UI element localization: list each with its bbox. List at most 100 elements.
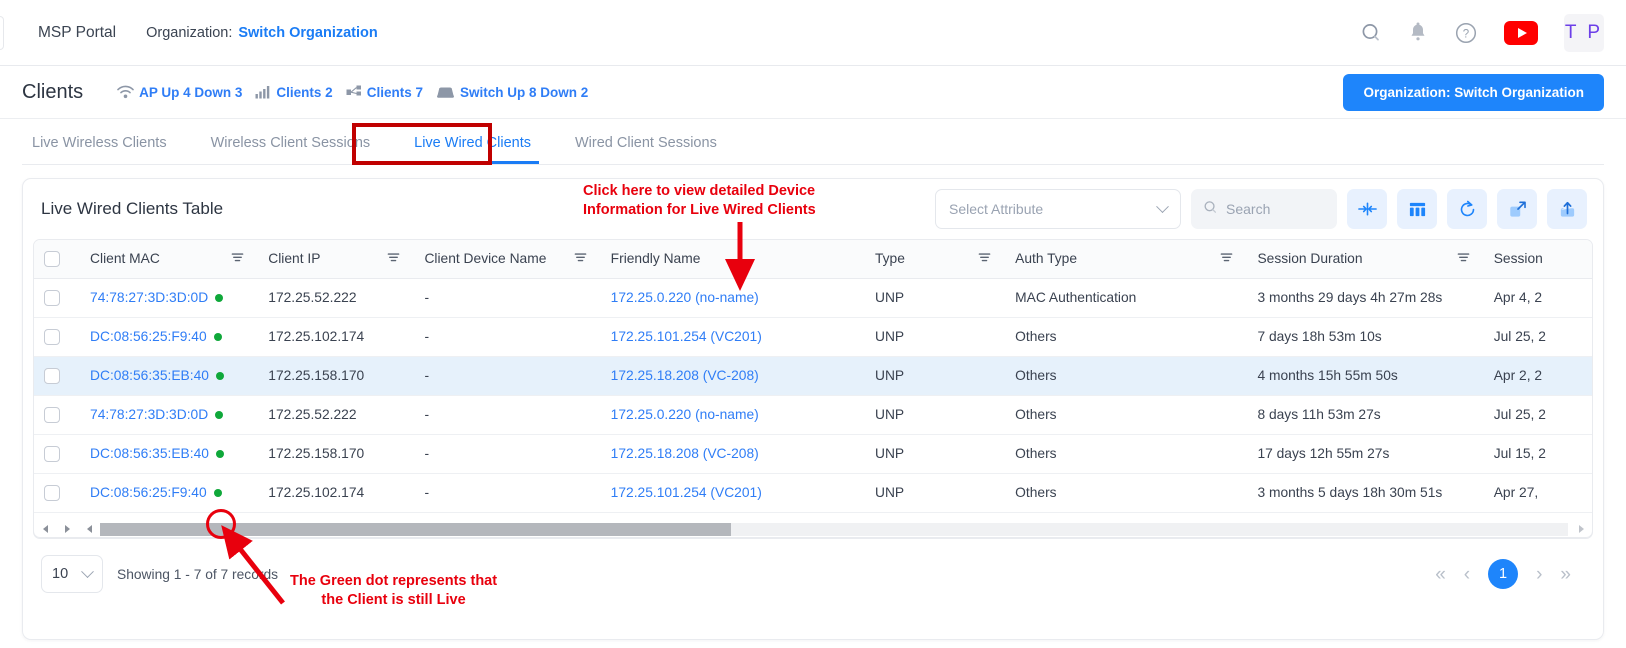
cell-client-mac: DC:08:56:25:F9:40 xyxy=(80,317,258,356)
youtube-icon[interactable] xyxy=(1504,21,1538,45)
filter-icon[interactable] xyxy=(387,251,404,267)
search-input[interactable]: Search xyxy=(1191,189,1337,229)
horizontal-scrollbar[interactable] xyxy=(33,521,1593,538)
search-icon[interactable] xyxy=(1360,22,1382,44)
client-mac-link[interactable]: DC:08:56:25:F9:40 xyxy=(90,329,207,344)
column-header-client-device-name[interactable]: Client Device Name xyxy=(414,240,600,278)
filter-icon[interactable] xyxy=(231,251,248,267)
friendly-name-link[interactable]: 172.25.0.220 (no-name) xyxy=(611,290,759,305)
column-label-type: Type xyxy=(875,251,905,266)
expand-fullscreen-icon[interactable] xyxy=(1497,189,1537,229)
row-checkbox[interactable] xyxy=(44,290,60,306)
table-row[interactable]: 74:78:27:3D:3D:0D 172.25.52.222 - 172.25… xyxy=(34,278,1593,317)
client-mac-link[interactable]: DC:08:56:35:EB:40 xyxy=(90,446,209,461)
tab-wired-client-sessions[interactable]: Wired Client Sessions xyxy=(553,135,739,164)
tab-live-wired-clients[interactable]: Live Wired Clients xyxy=(392,135,553,164)
client-mac-link[interactable]: DC:08:56:25:F9:40 xyxy=(90,485,207,500)
table-row[interactable]: DC:08:56:35:EB:40 172.25.158.170 - 172.2… xyxy=(34,434,1593,473)
cell-client-ip: 172.25.102.174 xyxy=(258,317,414,356)
page-size-selector[interactable]: 10 xyxy=(41,555,103,593)
stat-wireless-clients-label: Clients 2 xyxy=(276,85,332,100)
cell-friendly-name: 172.25.0.220 (no-name) xyxy=(601,278,865,317)
tab-wireless-client-sessions[interactable]: Wireless Client Sessions xyxy=(189,135,393,164)
filter-icon[interactable] xyxy=(1457,251,1474,267)
sidebar-collapse-handle[interactable] xyxy=(0,16,4,50)
tab-live-wireless-clients[interactable]: Live Wireless Clients xyxy=(22,135,189,164)
cell-client-mac: 74:78:27:3D:3D:0D xyxy=(80,395,258,434)
switch-organization-link[interactable]: Switch Organization xyxy=(238,25,377,41)
row-checkbox[interactable] xyxy=(44,368,60,384)
cell-friendly-name: 172.25.101.254 (VC201) xyxy=(601,317,865,356)
cell-auth-type: Others xyxy=(1005,317,1247,356)
avatar[interactable]: T P xyxy=(1564,14,1604,52)
row-select-cell xyxy=(34,317,80,356)
cell-auth-type: Others xyxy=(1005,473,1247,512)
pagination-current-page[interactable]: 1 xyxy=(1488,559,1518,589)
column-header-type[interactable]: Type xyxy=(865,240,1005,278)
client-mac-link[interactable]: 74:78:27:3D:3D:0D xyxy=(90,290,208,305)
friendly-name-link[interactable]: 172.25.101.254 (VC201) xyxy=(611,485,762,500)
bell-icon[interactable] xyxy=(1408,22,1428,43)
stat-wired-clients[interactable]: Clients 7 xyxy=(346,85,423,100)
column-settings-icon[interactable] xyxy=(1397,189,1437,229)
help-icon[interactable]: ? xyxy=(1454,21,1478,45)
row-select-cell xyxy=(34,434,80,473)
column-label-client-ip: Client IP xyxy=(268,251,320,266)
column-label-session-duration: Session Duration xyxy=(1257,251,1362,266)
switch-organization-button[interactable]: Organization: Switch Organization xyxy=(1343,74,1604,111)
filter-icon[interactable] xyxy=(978,251,995,267)
select-attribute-dropdown[interactable]: Select Attribute xyxy=(935,189,1181,229)
filter-icon[interactable] xyxy=(1220,251,1237,267)
column-header-client-ip[interactable]: Client IP xyxy=(258,240,414,278)
column-header-client-mac[interactable]: Client MAC xyxy=(80,240,258,278)
friendly-name-link[interactable]: 172.25.101.254 (VC201) xyxy=(611,329,762,344)
friendly-name-link[interactable]: 172.25.18.208 (VC-208) xyxy=(611,368,759,383)
friendly-name-link[interactable]: 172.25.0.220 (no-name) xyxy=(611,407,759,422)
scrollbar-thumb[interactable] xyxy=(100,523,731,536)
column-header-session[interactable]: Session xyxy=(1484,240,1593,278)
row-checkbox[interactable] xyxy=(44,329,60,345)
friendly-name-link[interactable]: 172.25.18.208 (VC-208) xyxy=(611,446,759,461)
scrollbar-track[interactable] xyxy=(100,523,1568,536)
table-row[interactable]: DC:08:56:35:EB:40 172.25.158.170 - 172.2… xyxy=(34,356,1593,395)
signal-bars-icon xyxy=(255,85,271,99)
column-header-auth-type[interactable]: Auth Type xyxy=(1005,240,1247,278)
scroll-right-arrow[interactable] xyxy=(1570,522,1592,537)
export-upload-icon[interactable] xyxy=(1547,189,1587,229)
cell-auth-type: MAC Authentication xyxy=(1005,278,1247,317)
cell-session-duration: 8 days 11h 53m 27s xyxy=(1247,395,1483,434)
pagination-next[interactable]: › xyxy=(1536,565,1542,584)
page-size-value: 10 xyxy=(52,566,68,582)
refresh-icon[interactable] xyxy=(1447,189,1487,229)
select-all-checkbox[interactable] xyxy=(44,251,60,267)
table-row[interactable]: 74:78:27:3D:3D:0D 172.25.52.222 - 172.25… xyxy=(34,395,1593,434)
stat-ap[interactable]: AP Up 4 Down 3 xyxy=(117,85,242,100)
pagination-first[interactable]: « xyxy=(1435,565,1446,584)
pagination-last[interactable]: » xyxy=(1560,565,1571,584)
stat-wireless-clients[interactable]: Clients 2 xyxy=(255,85,332,100)
client-mac-link[interactable]: DC:08:56:35:EB:40 xyxy=(90,368,209,383)
row-checkbox[interactable] xyxy=(44,407,60,423)
column-header-session-duration[interactable]: Session Duration xyxy=(1247,240,1483,278)
row-checkbox[interactable] xyxy=(44,446,60,462)
table-row[interactable]: DC:08:56:25:F9:40 172.25.102.174 - 172.2… xyxy=(34,317,1593,356)
scroll-left-arrow-outer[interactable] xyxy=(34,522,56,537)
stat-switch[interactable]: Switch Up 8 Down 2 xyxy=(436,85,588,100)
filter-icon[interactable] xyxy=(574,251,591,267)
cell-client-mac: DC:08:56:35:EB:40 xyxy=(80,434,258,473)
pagination-prev[interactable]: ‹ xyxy=(1464,565,1470,584)
chevron-down-icon xyxy=(81,565,94,578)
scroll-left-arrow[interactable] xyxy=(78,522,100,537)
column-header-friendly-name[interactable]: Friendly Name xyxy=(601,240,865,278)
table-row[interactable]: DC:08:56:25:F9:40 172.25.102.174 - 172.2… xyxy=(34,473,1593,512)
cell-client-ip: 172.25.158.170 xyxy=(258,356,414,395)
collapse-columns-icon[interactable] xyxy=(1347,189,1387,229)
clients-table-scroll-region[interactable]: Client MAC Client IP xyxy=(33,239,1593,539)
row-checkbox[interactable] xyxy=(44,485,60,501)
column-label-client-mac: Client MAC xyxy=(90,251,160,266)
scroll-right-arrow-outer[interactable] xyxy=(56,522,78,537)
search-placeholder-text: Search xyxy=(1226,201,1270,217)
live-status-dot xyxy=(215,411,223,419)
cell-client-device-name: - xyxy=(414,317,600,356)
client-mac-link[interactable]: 74:78:27:3D:3D:0D xyxy=(90,407,208,422)
